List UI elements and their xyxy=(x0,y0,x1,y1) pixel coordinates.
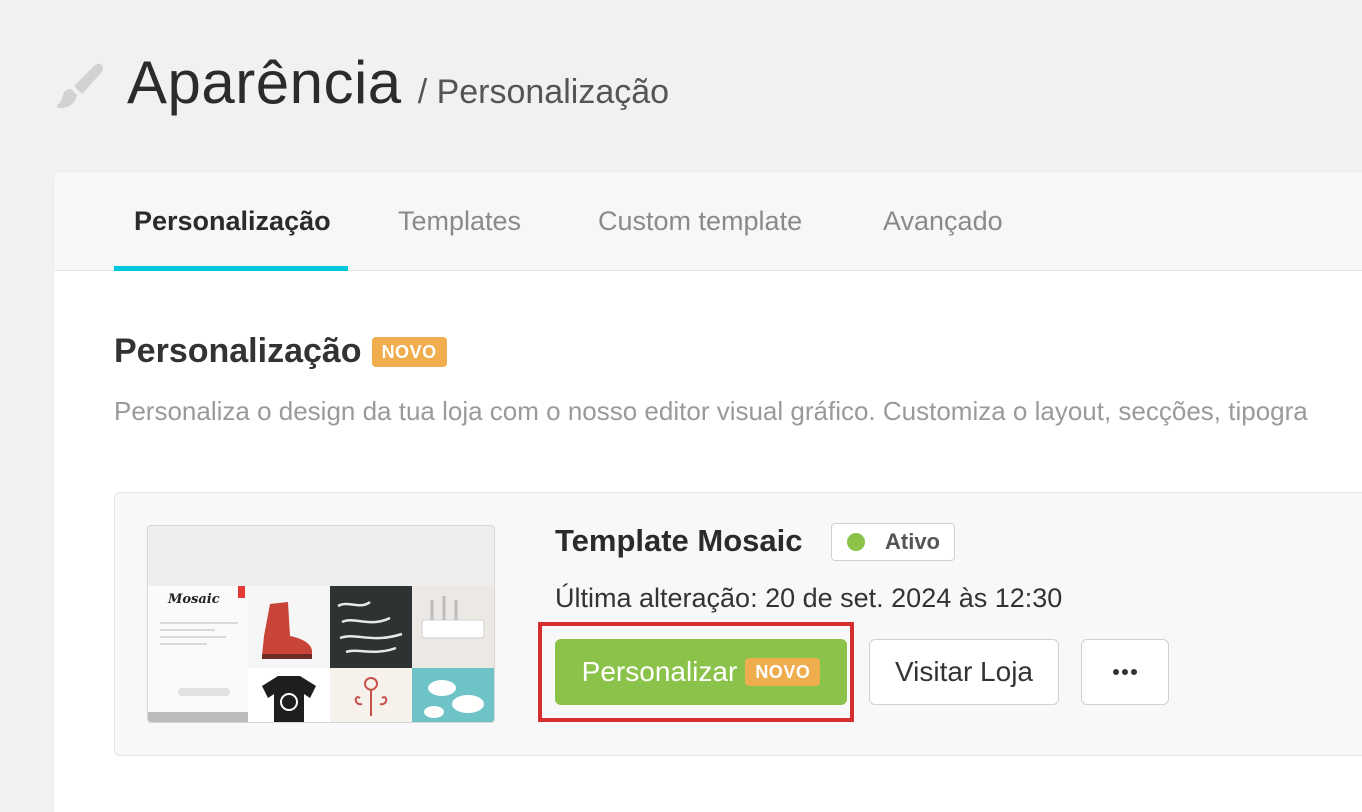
page-header: Aparência / Personalização xyxy=(52,48,669,117)
tshirt-image-icon xyxy=(262,676,316,722)
clouds-image-icon xyxy=(424,680,484,718)
status-text: Ativo xyxy=(885,529,940,554)
section-heading: Personalização NOVO xyxy=(114,332,447,371)
template-name: Template Mosaic xyxy=(555,523,803,558)
thumbnail-tile xyxy=(412,668,494,722)
ornament-image-icon xyxy=(354,677,388,716)
thumbnail-logo: Mosaic xyxy=(168,592,220,607)
cable-image-icon xyxy=(421,596,485,639)
boot-image-icon xyxy=(262,602,312,659)
thumbnail-tile xyxy=(412,586,494,668)
tab-avancado[interactable]: Avançado xyxy=(883,172,1003,270)
section-description: Personaliza o design da tua loja com o n… xyxy=(114,396,1308,426)
content-card: Personalização Templates Custom template… xyxy=(54,172,1362,812)
template-card: Mosaic Template Mosaic Ativo Última alte… xyxy=(114,492,1362,756)
thumbnail-footer xyxy=(148,712,248,722)
customize-button-label: Personalizar xyxy=(581,656,738,687)
thumbnail-tile xyxy=(330,586,412,668)
tab-templates[interactable]: Templates xyxy=(398,172,521,270)
thumbnail-search-pill xyxy=(178,688,230,696)
thumbnail-text-lines xyxy=(160,622,238,650)
page-title: Aparência xyxy=(127,49,402,116)
thumbnail-tile xyxy=(330,668,412,722)
breadcrumb: / Personalização xyxy=(417,73,670,111)
tab-personalizacao[interactable]: Personalização xyxy=(134,172,331,270)
tab-bar: Personalização Templates Custom template… xyxy=(54,172,1362,271)
thumbnail-tile xyxy=(248,586,330,668)
thumbnail-tile xyxy=(238,586,245,598)
last-change-text: Última alteração: 20 de set. 2024 às 12:… xyxy=(555,583,1063,613)
more-options-button[interactable] xyxy=(1081,639,1169,705)
status-dot-icon xyxy=(847,533,865,551)
thumbnail-header xyxy=(148,526,494,586)
new-badge: NOVO xyxy=(371,336,447,367)
customize-new-badge: NOVO xyxy=(745,658,821,686)
thumbnail-tile xyxy=(248,668,330,722)
paintbrush-icon xyxy=(57,63,103,108)
section-title: Personalização xyxy=(114,332,362,370)
typography-image-icon xyxy=(337,600,403,654)
active-tab-indicator xyxy=(114,266,348,271)
template-thumbnail[interactable]: Mosaic xyxy=(147,525,495,723)
status-badge: Ativo xyxy=(831,523,955,561)
ellipsis-icon xyxy=(1113,669,1137,675)
visit-store-button[interactable]: Visitar Loja xyxy=(869,639,1059,705)
customize-button[interactable]: Personalizar NOVO xyxy=(555,639,847,705)
tab-custom-template[interactable]: Custom template xyxy=(598,172,802,270)
